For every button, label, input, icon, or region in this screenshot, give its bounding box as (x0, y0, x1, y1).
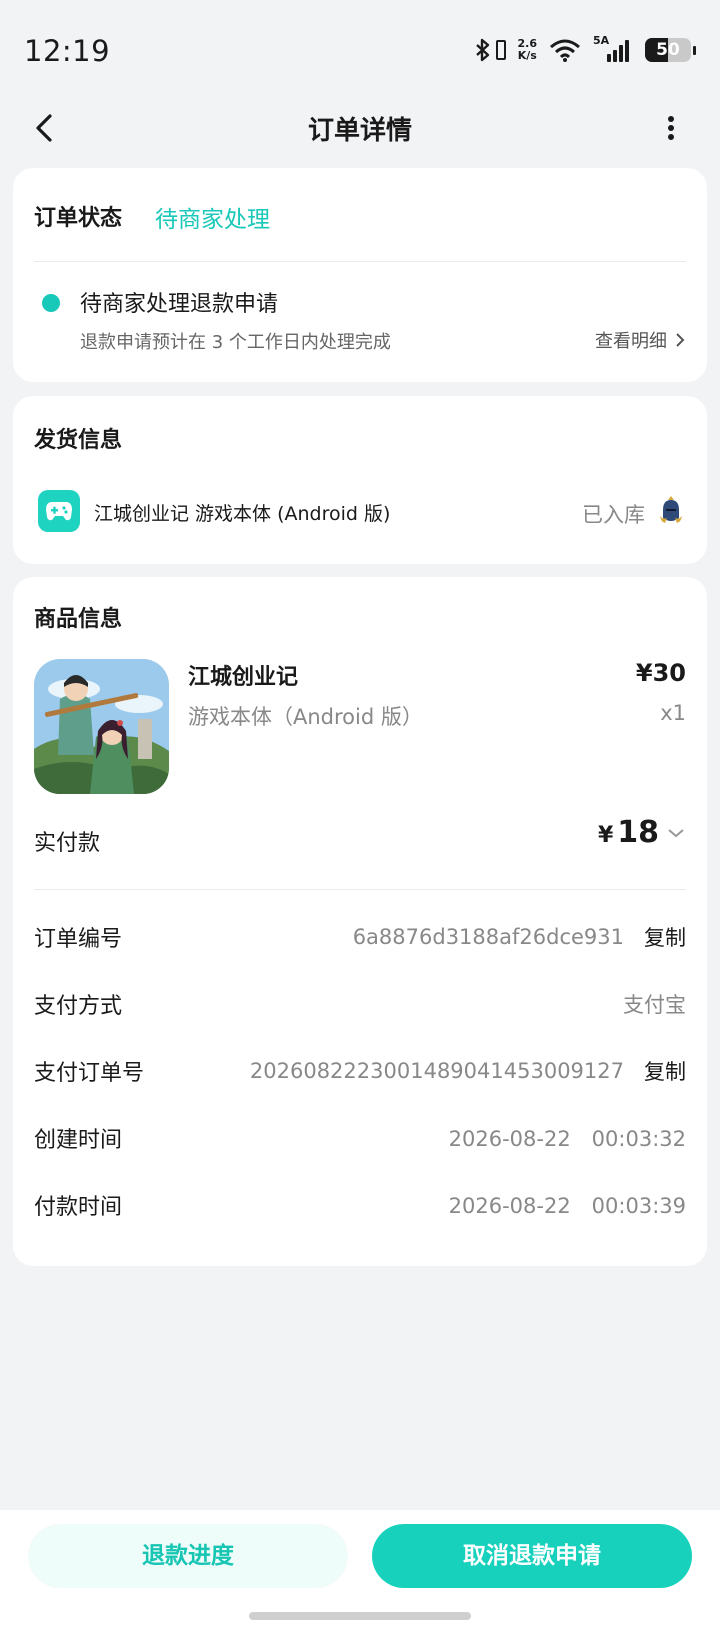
status-icons: 2.6 K/s 5A 50 (474, 34, 696, 62)
battery-icon: 50 (645, 38, 691, 62)
amount-paid-toggle[interactable]: ¥ 18 (598, 815, 685, 850)
payment-method-value: 支付宝 (623, 993, 686, 1017)
wifi-icon (550, 39, 580, 62)
payment-method-row: 支付方式 支付宝 (34, 988, 686, 1020)
order-number-row: 订单编号 6a8876d3188af26dce931 复制 (34, 921, 686, 953)
battery-level: 50 (656, 40, 680, 60)
vibrate-icon (495, 40, 506, 60)
divider (34, 889, 686, 890)
created-time-row: 创建时间 2026-08-22 00:03:32 (34, 1122, 686, 1154)
amount-paid-value: 18 (617, 815, 659, 850)
paid-time-row: 付款时间 2026-08-22 00:03:39 (34, 1189, 686, 1221)
payment-method-label: 支付方式 (34, 994, 123, 1019)
status-time: 12:19 (24, 34, 111, 68)
refund-progress-button[interactable]: 退款进度 (28, 1524, 348, 1588)
shipped-item-name: 江城创业记 游戏本体 (Android 版) (94, 503, 391, 525)
bottom-action-bar: 退款进度 取消退款申请 (0, 1510, 720, 1633)
payment-order-label: 支付订单号 (34, 1061, 145, 1086)
chevron-right-icon (676, 333, 685, 347)
home-indicator[interactable] (249, 1612, 471, 1620)
more-vertical-icon[interactable] (666, 116, 676, 140)
payment-order-row: 支付订单号 2026082223001489041453009127 复制 (34, 1055, 686, 1087)
bluetooth-icon (475, 38, 489, 62)
created-time-label: 创建时间 (34, 1128, 123, 1153)
chevron-down-icon (668, 828, 684, 837)
view-details-label: 查看明细 (595, 331, 667, 352)
refund-event-title: 待商家处理退款申请 (80, 292, 279, 317)
navigation-bar: 订单详情 (0, 100, 720, 156)
paid-time-value: 2026-08-22 00:03:39 (448, 1194, 686, 1218)
shipping-info-title: 发货信息 (34, 428, 123, 453)
battery-cap (693, 45, 696, 55)
product-price: ¥30 (635, 659, 686, 687)
created-time-value: 2026-08-22 00:03:32 (448, 1127, 686, 1151)
knight-helmet-icon (660, 496, 682, 523)
status-bar: 12:19 2.6 K/s 5A 50 (0, 0, 720, 100)
product-info-card: 商品信息 江城创业记 游戏本体（Android 版） ¥30 x1 实付款 ¥ … (13, 577, 707, 1266)
order-status-card: 订单状态 待商家处理 待商家处理退款申请 退款申请预计在 3 个工作日内处理完成… (13, 168, 707, 382)
view-details-link[interactable]: 查看明细 (595, 327, 685, 353)
order-number-value: 6a8876d3188af26dce931 (352, 925, 624, 949)
product-info-title: 商品信息 (34, 607, 123, 632)
copy-payment-order-button[interactable]: 复制 (644, 1056, 686, 1086)
game-cover-image (34, 659, 169, 794)
paid-time-label: 付款时间 (34, 1195, 123, 1220)
product-variant: 游戏本体（Android 版） (188, 705, 423, 729)
shipping-info-card: 发货信息 江城创业记 游戏本体 (Android 版) 已入库 (13, 396, 707, 564)
amount-paid-currency: ¥ (597, 823, 614, 848)
product-quantity: x1 (660, 701, 686, 725)
copy-order-number-button[interactable]: 复制 (644, 922, 686, 952)
order-status-label: 订单状态 (34, 206, 123, 231)
cancel-refund-button[interactable]: 取消退款申请 (372, 1524, 692, 1588)
payment-order-value: 2026082223001489041453009127 (249, 1059, 624, 1083)
amount-paid-label: 实付款 (34, 831, 101, 856)
divider (34, 261, 686, 262)
status-dot-icon (42, 294, 60, 312)
network-speed: 2.6 K/s (517, 37, 538, 62)
product-name: 江城创业记 (188, 665, 299, 690)
order-number-label: 订单编号 (34, 927, 123, 952)
refund-event-desc: 退款申请预计在 3 个工作日内处理完成 (80, 332, 391, 353)
shipping-state: 已入库 (582, 503, 645, 527)
order-status-value: 待商家处理 (155, 207, 270, 233)
page-title: 订单详情 (307, 116, 412, 146)
gamepad-icon (38, 490, 80, 532)
cellular-signal-icon: 5A (593, 34, 633, 62)
